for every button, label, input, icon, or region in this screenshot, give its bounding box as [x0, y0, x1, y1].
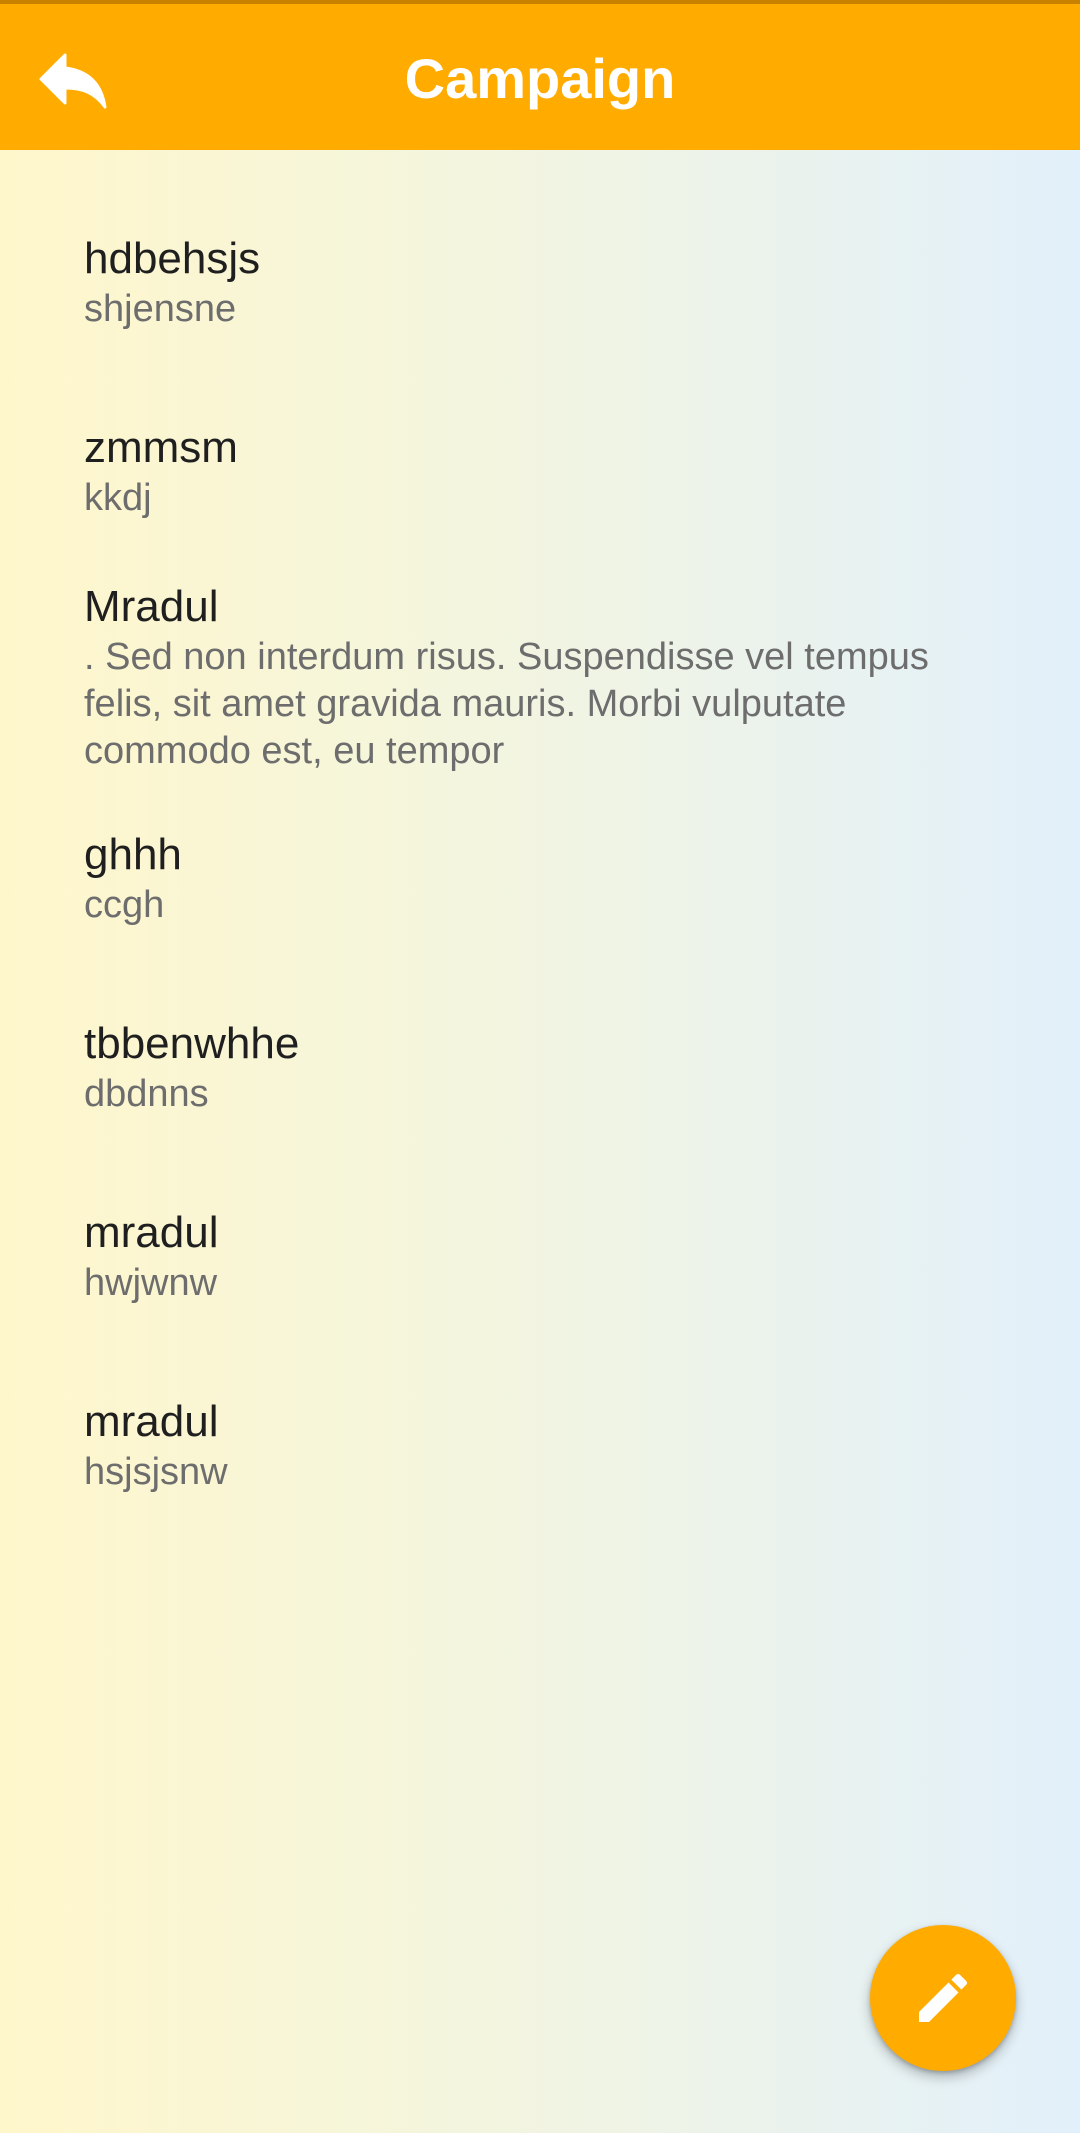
item-title: zmmsm: [84, 423, 238, 472]
app-bar: Campaign: [0, 0, 1080, 150]
item-subtitle: dbdnns: [84, 1073, 209, 1115]
item-subtitle: hwjwnw: [84, 1262, 218, 1304]
item-title: ghhh: [84, 830, 182, 879]
list-item[interactable]: zmmsm kkdj: [84, 422, 996, 522]
item-subtitle: shjensne: [84, 288, 237, 330]
list-item[interactable]: ghhh ccgh: [84, 829, 996, 929]
back-button[interactable]: [18, 26, 128, 136]
list-item[interactable]: mradul hwjwnw: [84, 1207, 996, 1307]
edit-fab-button[interactable]: [870, 1925, 1016, 2071]
reply-arrow-icon: [39, 53, 107, 109]
item-title: tbbenwhhe: [84, 1019, 300, 1068]
item-title: hdbehsjs: [84, 234, 261, 283]
list-item[interactable]: hdbehsjs shjensne: [84, 233, 996, 333]
item-subtitle: hsjsjsnw: [84, 1451, 228, 1493]
item-subtitle: kkdj: [84, 477, 152, 519]
list-item[interactable]: tbbenwhhe dbdnns: [84, 1018, 996, 1118]
pencil-edit-icon: [919, 1973, 968, 2022]
item-title: Mradul: [84, 582, 219, 631]
page-title: Campaign: [404, 47, 676, 110]
item-subtitle: ccgh: [84, 884, 165, 926]
item-subtitle: . Sed non interdum risus. Suspendisse ve…: [84, 636, 929, 772]
list-item[interactable]: mradul hsjsjsnw: [84, 1396, 996, 1496]
item-title: mradul: [84, 1397, 219, 1446]
item-title: mradul: [84, 1208, 219, 1257]
list-item[interactable]: Mradul . Sed non interdum risus. Suspend…: [84, 581, 996, 775]
